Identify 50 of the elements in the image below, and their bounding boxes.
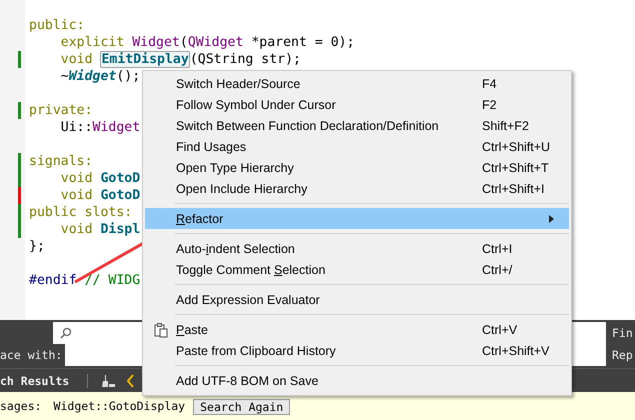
code-token: GotoD: [100, 171, 140, 186]
highlighted-symbol: EmitDisplay: [100, 51, 190, 68]
menu-item[interactable]: Add Expression Evaluator: [145, 289, 569, 310]
menu-item[interactable]: Add UTF-8 BOM on Save: [145, 370, 569, 391]
code-token: ();: [116, 69, 140, 84]
code-token: ~: [60, 69, 69, 84]
search-term: Widget::GotoDisplay: [54, 399, 186, 413]
search-icon: [59, 327, 73, 339]
code-token: Ui::: [60, 120, 93, 135]
code-token: void: [60, 188, 94, 203]
code-token: GotoD: [100, 188, 140, 203]
menu-item[interactable]: Toggle Comment Selection Ctrl+/: [145, 259, 569, 280]
code-token: Widget: [68, 69, 116, 84]
code-token: #endif: [29, 273, 77, 288]
broom-icon[interactable]: [100, 374, 116, 388]
menu-item[interactable]: Open Type Hierarchy Ctrl+Shift+T: [145, 157, 569, 178]
code-token: // WIDG: [84, 273, 140, 288]
code-token: (: [180, 35, 188, 50]
menu-item[interactable]: Find Usages Ctrl+Shift+U: [145, 136, 569, 157]
submenu-arrow-icon: [549, 214, 555, 222]
code-token: *parent = 0);: [250, 35, 355, 50]
find-label: Fin: [612, 326, 634, 340]
code-token: explicit: [60, 35, 126, 50]
menu-item[interactable]: Switch Between Function Declaration/Definition Shift+F2: [145, 115, 569, 136]
menu-item[interactable]: Auto-indent Selection Ctrl+I: [145, 238, 569, 259]
menu-item[interactable]: Switch Header/Source F4: [145, 73, 569, 94]
menu-item[interactable]: Follow Symbol Under Cursor F2: [145, 94, 569, 115]
replace-button-label: Rep: [612, 348, 634, 362]
code-token: void: [60, 222, 94, 237]
code-token: void: [60, 52, 94, 67]
clipboard-icon: [152, 322, 168, 338]
code-token: (QString str);: [190, 52, 301, 67]
menu-item[interactable]: Paste Ctrl+V: [145, 319, 569, 340]
menu-item[interactable]: Open Include Hierarchy Ctrl+Shift+I: [145, 178, 569, 199]
code-token: QWidget: [188, 35, 244, 50]
menu-item[interactable]: Paste from Clipboard History Ctrl+Shift+V: [145, 340, 569, 361]
code-token: private:: [29, 103, 93, 118]
search-again-button[interactable]: Search Again: [193, 399, 290, 415]
menu-item[interactable]: Refactor: [145, 208, 569, 229]
code-token: signals:: [29, 154, 93, 169]
code-token: Widget: [92, 120, 140, 135]
code-token: Displ: [100, 222, 140, 237]
code-token: };: [29, 239, 45, 254]
code-token: void: [60, 171, 94, 186]
code-token: public:: [29, 18, 85, 33]
usages-label: sages:: [0, 399, 42, 413]
code-token: public slots:: [29, 205, 132, 220]
replace-label: ace with:: [0, 348, 64, 362]
code-token: Widget: [132, 35, 180, 50]
search-results-tab[interactable]: ch Results: [0, 374, 88, 388]
